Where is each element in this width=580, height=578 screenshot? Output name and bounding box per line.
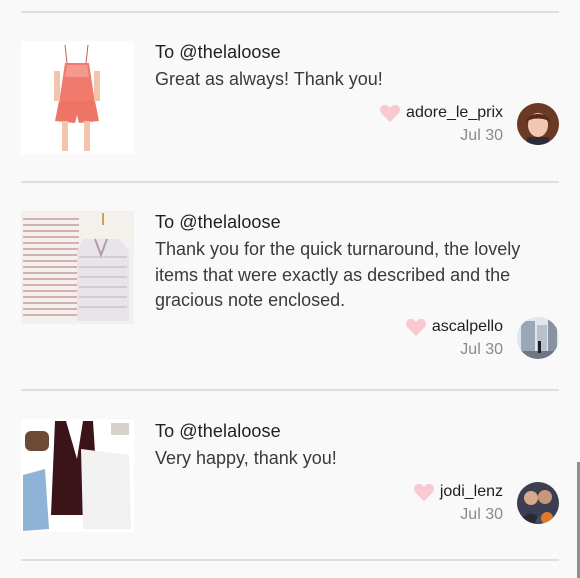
heart-icon[interactable]: [405, 317, 427, 337]
divider: [21, 181, 559, 183]
listing-thumbnail[interactable]: [21, 211, 134, 324]
review-recipient: To @thelaloose: [155, 212, 281, 233]
reviewer-avatar[interactable]: [517, 103, 559, 145]
listing-thumbnail[interactable]: [21, 41, 134, 154]
heart-icon[interactable]: [379, 103, 401, 123]
avatar-image: [517, 317, 559, 359]
avatar-image: [517, 482, 559, 524]
author-row: jodi_lenz: [413, 482, 503, 502]
divider: [21, 389, 559, 391]
striped-sleepwear-image: [21, 211, 134, 324]
reviewer-avatar[interactable]: [517, 482, 559, 524]
listing-thumbnail[interactable]: [21, 419, 134, 532]
recipient-handle[interactable]: To @thelaloose: [155, 421, 281, 441]
author-row: adore_le_prix: [379, 103, 503, 123]
review-date: Jul 30: [460, 341, 503, 358]
recipient-handle[interactable]: To @thelaloose: [155, 42, 281, 62]
review-message: Great as always! Thank you!: [155, 69, 383, 89]
review-date: Jul 30: [460, 127, 503, 144]
reviewer-username[interactable]: adore_le_prix: [406, 104, 503, 122]
reviewer-avatar[interactable]: [517, 317, 559, 359]
review-message: Thank you for the quick turnaround, the …: [155, 239, 521, 310]
divider: [21, 11, 559, 13]
recipient-handle[interactable]: To @thelaloose: [155, 212, 281, 232]
outfit-flatlay-image: [21, 419, 134, 532]
review-date: Jul 30: [460, 506, 503, 523]
review-recipient: To @thelaloose: [155, 421, 281, 442]
review-recipient: To @thelaloose: [155, 42, 281, 63]
review-message: Very happy, thank you!: [155, 448, 337, 468]
reviewer-username[interactable]: ascalpello: [432, 318, 503, 336]
author-row: ascalpello: [405, 317, 503, 337]
pajama-set-image: [21, 41, 134, 154]
divider: [21, 559, 559, 561]
heart-icon[interactable]: [413, 482, 435, 502]
reviewer-username[interactable]: jodi_lenz: [440, 483, 503, 501]
avatar-image: [517, 103, 559, 145]
